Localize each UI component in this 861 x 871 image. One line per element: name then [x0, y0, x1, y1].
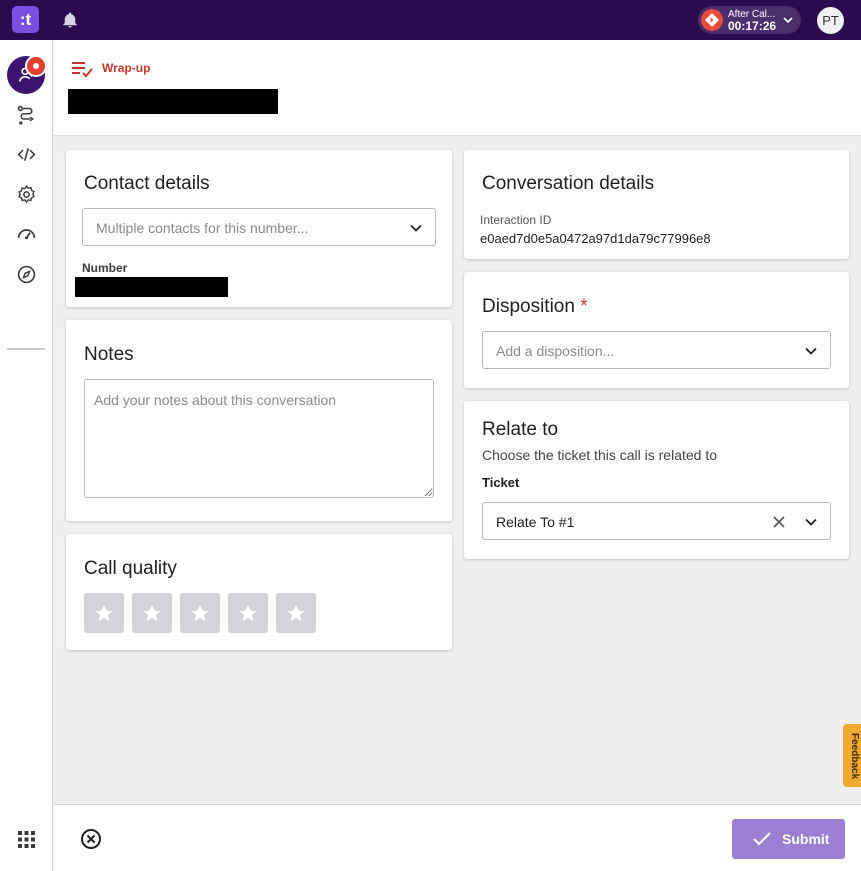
conversation-details-card: Conversation details Interaction ID e0ae… — [464, 150, 849, 259]
check-icon — [753, 832, 771, 846]
number-label: Number — [82, 261, 128, 275]
submit-label: Submit — [782, 831, 830, 847]
wrapup-header: Wrap-up — [54, 40, 861, 136]
notification-badge — [25, 55, 47, 77]
notes-textarea[interactable] — [84, 379, 434, 498]
ticket-label: Ticket — [482, 475, 520, 490]
card-title: Disposition * — [482, 296, 588, 318]
chevron-down-icon — [805, 347, 817, 355]
chevron-down-icon — [805, 518, 817, 526]
star-icon — [287, 604, 305, 622]
cancel-circle-x-icon[interactable] — [80, 828, 102, 850]
relate-subtitle: Choose the ticket this call is related t… — [482, 447, 718, 463]
call-quality-card: Call quality — [66, 534, 452, 650]
phone-diamond-icon — [705, 13, 719, 27]
required-indicator: * — [580, 296, 588, 317]
card-title: Relate to — [482, 419, 559, 440]
avatar[interactable]: PT — [817, 7, 844, 34]
chevron-down-icon — [783, 17, 793, 24]
interaction-id-value: e0aed7d0e5a0472a97d1da79c77996e8 — [480, 231, 711, 246]
notes-card: Notes — [66, 320, 452, 521]
footer-bar: Submit — [54, 804, 861, 871]
gear-icon[interactable] — [16, 184, 37, 205]
redacted-number — [75, 277, 228, 297]
ticket-value: Relate To #1 — [496, 514, 575, 530]
star-rating-3[interactable] — [180, 593, 220, 633]
disposition-title: Disposition — [482, 296, 575, 317]
relate-to-card: Relate to Choose the ticket this call is… — [464, 401, 849, 559]
chevron-down-icon — [410, 224, 422, 232]
star-icon — [239, 604, 257, 622]
section-label: Wrap-up — [102, 61, 151, 75]
feedback-label[interactable]: Feedback — [849, 733, 860, 779]
clear-icon[interactable] — [772, 515, 786, 529]
card-title: Conversation details — [482, 173, 655, 194]
contact-details-card: Contact details Multiple contacts for th… — [66, 150, 452, 307]
star-icon — [95, 604, 113, 622]
status-timer: 00:17:26 — [728, 19, 777, 33]
dashboard-gauge-icon[interactable] — [16, 223, 37, 244]
code-icon[interactable] — [16, 144, 37, 165]
disposition-card: Disposition * Add a disposition... — [464, 272, 849, 388]
redacted-contact-name — [68, 89, 278, 114]
star-icon — [191, 604, 209, 622]
apps-grid-icon[interactable] — [18, 831, 35, 848]
checklist-icon — [72, 62, 93, 78]
ticket-select[interactable]: Relate To #1 — [482, 502, 831, 540]
disposition-select[interactable]: Add a disposition... — [482, 331, 831, 369]
status-selector[interactable]: After Cal... 00:17:26 — [698, 6, 801, 34]
contact-select[interactable]: Multiple contacts for this number... — [82, 208, 436, 246]
compass-icon[interactable] — [16, 264, 37, 285]
routing-icon[interactable] — [16, 105, 37, 126]
card-title: Call quality — [84, 558, 177, 579]
star-icon — [143, 604, 161, 622]
star-rating-5[interactable] — [276, 593, 316, 633]
contact-select-placeholder: Multiple contacts for this number... — [96, 220, 309, 236]
status-indicator-icon — [701, 9, 723, 31]
disposition-placeholder: Add a disposition... — [496, 343, 615, 359]
card-title: Contact details — [84, 173, 210, 194]
side-rail — [0, 40, 53, 871]
submit-button[interactable]: Submit — [732, 819, 845, 859]
bell-icon[interactable] — [61, 11, 79, 29]
app-logo[interactable]: :t — [12, 6, 39, 33]
interaction-id-label: Interaction ID — [480, 213, 552, 227]
rail-divider — [7, 348, 45, 350]
star-rating-1[interactable] — [84, 593, 124, 633]
card-title: Notes — [84, 344, 134, 365]
star-rating-4[interactable] — [228, 593, 268, 633]
star-rating-2[interactable] — [132, 593, 172, 633]
top-bar: :t After Cal... 00:17:26 PT — [0, 0, 861, 40]
